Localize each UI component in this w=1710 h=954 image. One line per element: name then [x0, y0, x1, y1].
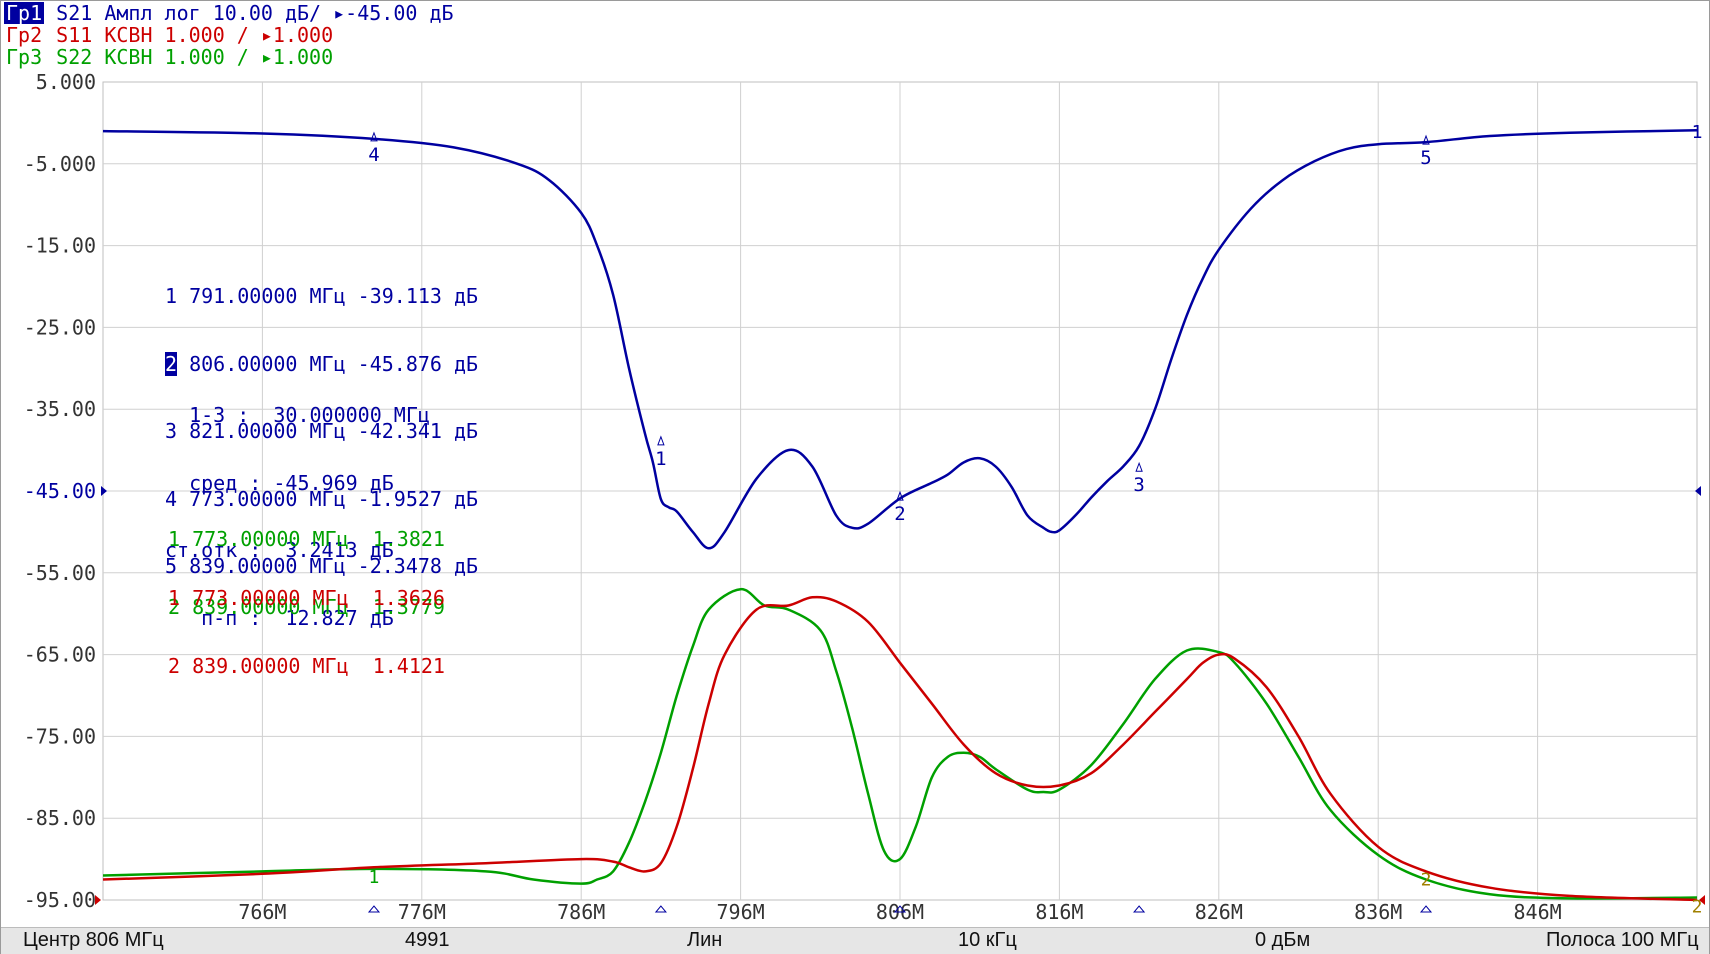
s11-marker-table: 1 773.00000 МГц 1.3626 2 839.00000 МГц 1… [168, 542, 445, 700]
trace-1-header[interactable]: Гр1 S21 Ампл лог 10.00 дБ/ ▸-45.00 дБ [4, 2, 454, 24]
x-tick-label: 786M [557, 900, 605, 924]
stats-span: 1-3 : 30.000000 МГц [165, 403, 430, 427]
marker-stimulus-tick [654, 905, 667, 913]
y-tick-label: -95.00 [24, 888, 96, 912]
marker-stimulus-tick [367, 905, 381, 913]
status-sweep-type[interactable]: Лин [687, 929, 722, 952]
marker-number: 1 [655, 448, 666, 470]
s21-marker-row: 1 791.00000 МГц -39.113 дБ [165, 284, 479, 308]
status-power[interactable]: 0 дБм [1255, 929, 1310, 952]
status-center[interactable]: Центр 806 МГц [23, 929, 164, 952]
trace-marker-label: 1 [369, 867, 380, 888]
marker-number: 5 [1420, 147, 1431, 169]
trace-2-tag[interactable]: Гр2 [4, 24, 44, 46]
x-tick-label: 766M [238, 900, 286, 924]
y-tick-label: -45.00 [24, 479, 96, 503]
marker-stimulus-tick [1419, 905, 1433, 913]
y-tick-label: -85.00 [24, 806, 96, 830]
trace-marker-label: 2 [1421, 869, 1432, 890]
y-tick-label: -5.000 [24, 152, 96, 176]
x-tick-label: 826M [1195, 900, 1243, 924]
s11-marker-row: 1 773.00000 МГц 1.3626 [168, 586, 445, 610]
trace-marker-label: 2 [1692, 896, 1703, 917]
trace-2-settings: S11 КСВН 1.000 / ▸1.000 [44, 23, 334, 47]
trace-3-settings: S22 КСВН 1.000 / ▸1.000 [44, 45, 334, 69]
trace-2-header[interactable]: Гр2 S11 КСВН 1.000 / ▸1.000 [4, 24, 333, 46]
status-bar: Центр 806 МГц 4991 Лин 10 кГц 0 дБм Поло… [1, 927, 1709, 954]
trace-1-settings: S21 Ампл лог 10.00 дБ/ ▸-45.00 дБ [44, 1, 454, 25]
x-tick-label: 846M [1514, 900, 1562, 924]
marker-number: 3 [1133, 474, 1144, 496]
trace-marker-label: 1 [1692, 122, 1703, 143]
x-tick-label: 816M [1035, 900, 1083, 924]
y-tick-label: -75.00 [24, 724, 96, 748]
status-ifbw[interactable]: 10 кГц [958, 929, 1017, 952]
y-tick-label: -55.00 [24, 561, 96, 585]
x-tick-label: 776M [398, 900, 446, 924]
x-tick-label: 796M [717, 900, 765, 924]
trace-3-tag[interactable]: Гр3 [4, 46, 44, 68]
reference-level-arrow-s11 [95, 895, 101, 905]
y-tick-label: -65.00 [24, 643, 96, 667]
marker-number: 2 [894, 503, 905, 525]
x-tick-label: 836M [1354, 900, 1402, 924]
y-tick-label: 5.000 [36, 70, 96, 94]
status-span[interactable]: Полоса 100 МГц [1546, 929, 1699, 952]
y-tick-label: -15.00 [24, 234, 96, 258]
s11-marker-row: 2 839.00000 МГц 1.4121 [168, 653, 445, 678]
y-tick-label: -35.00 [24, 397, 96, 421]
trace-1-tag[interactable]: Гр1 [4, 2, 45, 24]
marker-number: 4 [368, 144, 379, 166]
marker-stimulus-tick [1133, 905, 1146, 913]
status-points[interactable]: 4991 [405, 929, 450, 952]
y-tick-label: -25.00 [24, 315, 96, 339]
trace-3-header[interactable]: Гр3 S22 КСВН 1.000 / ▸1.000 [4, 46, 333, 68]
